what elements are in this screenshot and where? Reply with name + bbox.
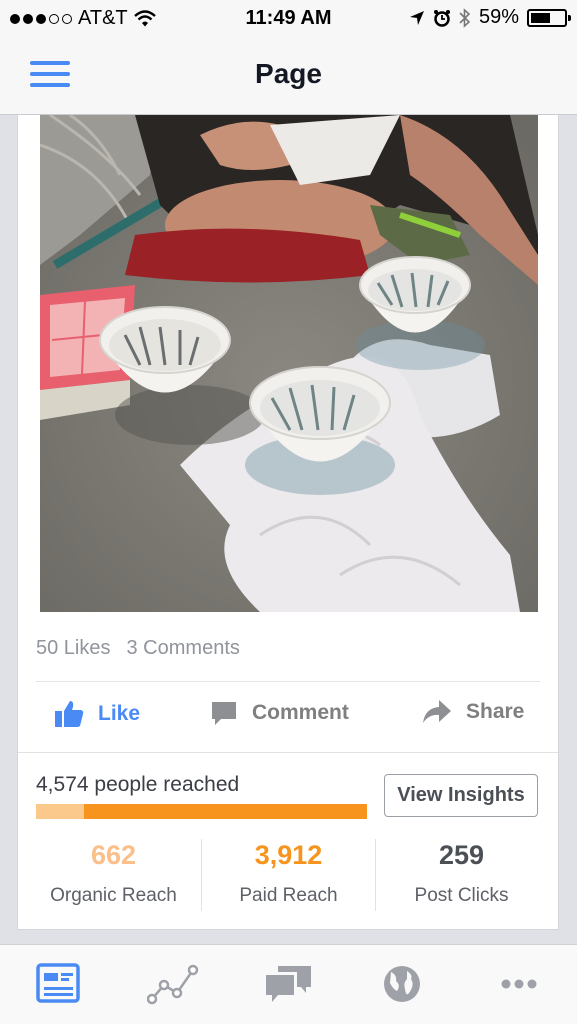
- page-title: Page: [255, 58, 322, 89]
- battery-percent: 59%: [478, 6, 519, 28]
- alarm-clock-icon: [433, 9, 450, 27]
- bowls-photo-image: [40, 115, 538, 612]
- location-arrow-icon: [409, 10, 424, 25]
- metric-label: Paid Reach: [239, 885, 338, 906]
- bluetooth-icon: [459, 7, 471, 28]
- organic-reach-fill: [36, 804, 84, 819]
- messages-icon[interactable]: [264, 963, 314, 1007]
- people-reached-text: 4,574 people reached: [36, 773, 240, 796]
- metric-paid-reach[interactable]: 3,912 Paid Reach: [201, 839, 376, 907]
- globe-icon[interactable]: [381, 963, 431, 1007]
- battery-icon: [527, 8, 571, 27]
- more-icon[interactable]: [494, 963, 544, 1007]
- likes-count[interactable]: 50 Likes: [36, 637, 111, 659]
- comment-bubble-icon: [212, 702, 236, 725]
- post-actions: Like Comment Share: [18, 699, 558, 735]
- share-arrow-icon: [423, 700, 451, 723]
- divider: [375, 839, 376, 911]
- share-button[interactable]: Share: [422, 699, 524, 725]
- divider: [18, 752, 558, 753]
- comments-count[interactable]: 3 Comments: [127, 637, 240, 659]
- divider: [201, 839, 202, 911]
- divider: [36, 681, 540, 682]
- metric-post-clicks[interactable]: 259 Post Clicks: [374, 839, 549, 907]
- reach-metrics: 662 Organic Reach 3,912 Paid Reach 259 P…: [18, 839, 558, 911]
- like-label: Like: [98, 702, 141, 725]
- comment-label: Comment: [252, 701, 349, 724]
- insights-graph-icon[interactable]: [146, 963, 199, 1007]
- thumbs-up-icon: [55, 701, 84, 727]
- metric-value: 3,912: [254, 840, 323, 870]
- metric-value: 259: [438, 840, 485, 870]
- metric-organic-reach[interactable]: 662 Organic Reach: [26, 839, 201, 907]
- reach-progress-bar: [36, 804, 367, 819]
- metric-label: Organic Reach: [50, 885, 177, 906]
- status-right: 59%: [409, 6, 571, 29]
- post-card: 50 Likes 3 Comments Like Comment Share 4,…: [17, 115, 559, 930]
- navigation-bar: Page: [0, 38, 577, 115]
- metric-value: 662: [90, 840, 137, 870]
- like-button[interactable]: Like: [54, 699, 140, 729]
- share-label: Share: [466, 700, 525, 723]
- status-bar: AT&T 11:49 AM 59%: [0, 0, 577, 38]
- post-photo[interactable]: [40, 115, 538, 612]
- tab-bar: [0, 944, 577, 1024]
- news-feed-icon[interactable]: [36, 963, 86, 1007]
- metric-label: Post Clicks: [414, 885, 509, 906]
- view-insights-button[interactable]: View Insights: [384, 774, 538, 817]
- comment-button[interactable]: Comment: [210, 699, 349, 727]
- engagement-summary: 50 Likes 3 Comments: [36, 637, 256, 660]
